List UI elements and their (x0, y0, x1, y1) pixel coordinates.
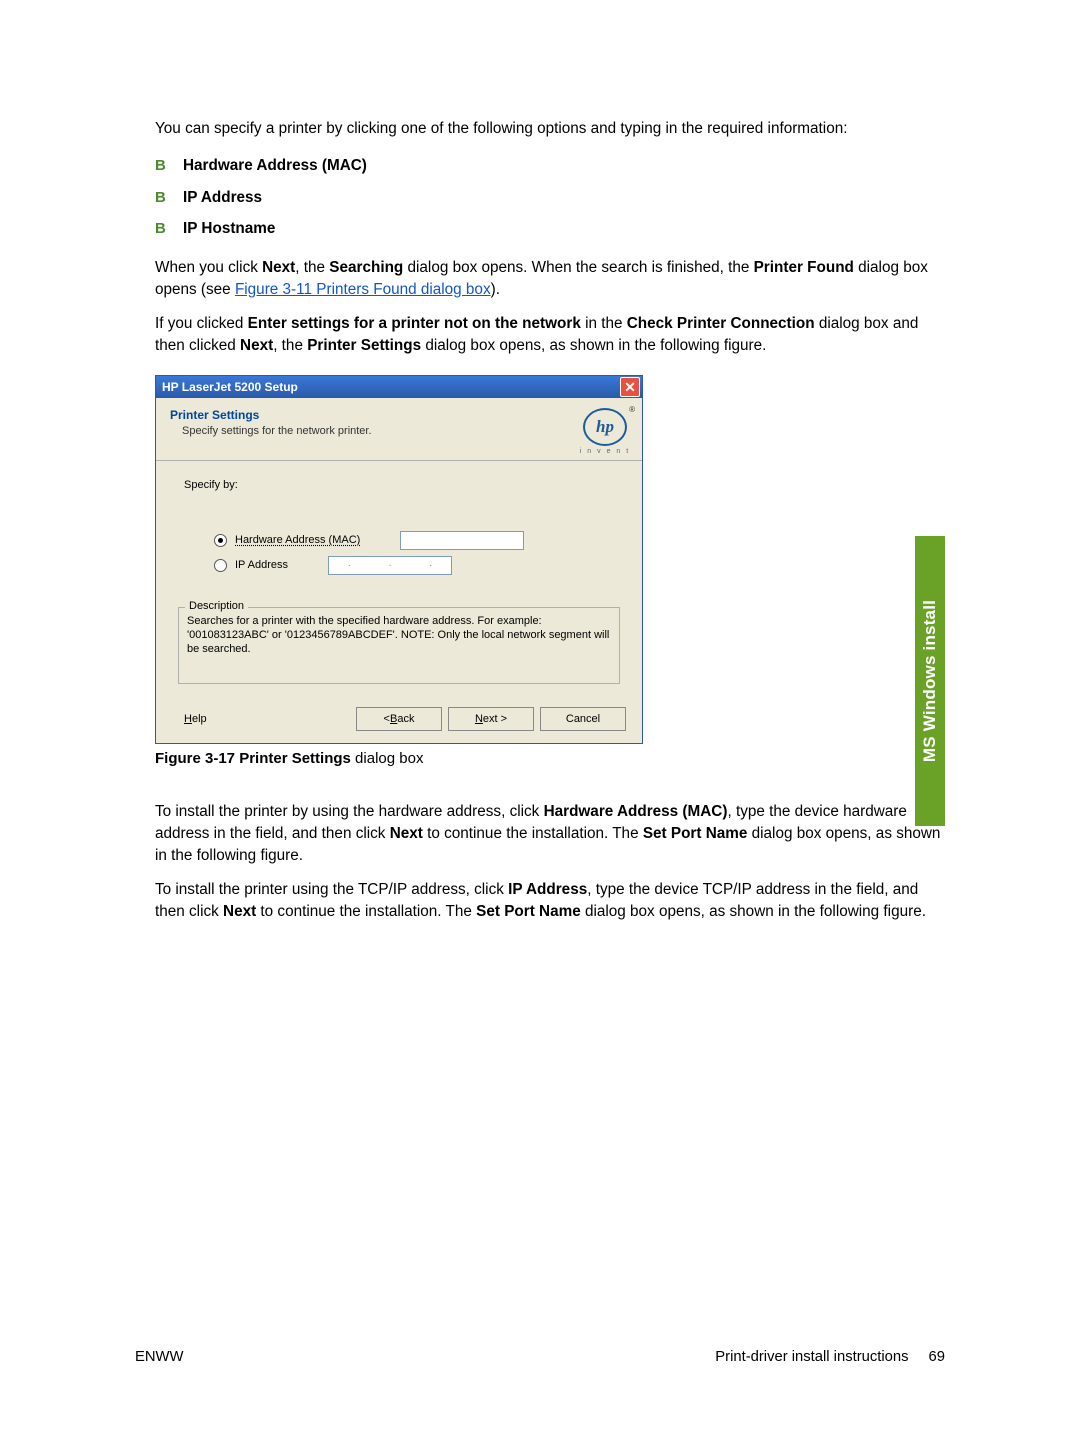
footer-right: Print-driver install instructions69 (715, 1349, 945, 1365)
printer-settings-dialog: HP LaserJet 5200 Setup ✕ Printer Setting… (155, 375, 643, 744)
options-list: Hardware Address (MAC) IP Address IP Hos… (155, 152, 945, 243)
radio-row-mac: Hardware Address (MAC) (184, 531, 620, 550)
dialog-header-subtitle: Specify settings for the network printer… (170, 425, 372, 437)
paragraph-install-mac: To install the printer by using the hard… (155, 801, 945, 867)
specify-by-label: Specify by: (184, 479, 620, 491)
radio-ip-label[interactable]: IP Address (235, 559, 288, 571)
dialog-header-title: Printer Settings (170, 408, 372, 422)
radio-row-ip: IP Address ··· (184, 556, 620, 575)
figure-caption: Figure 3-17 Printer Settings dialog box (155, 750, 945, 767)
hp-logo-tagline: i n v e n t (578, 448, 632, 455)
bullet-ip: IP Address (155, 184, 945, 212)
registered-icon: ® (629, 405, 635, 414)
bullet-mac: Hardware Address (MAC) (155, 152, 945, 180)
radio-mac[interactable] (214, 534, 227, 547)
dialog-title: HP LaserJet 5200 Setup (162, 380, 298, 394)
description-text: Searches for a printer with the specifie… (187, 614, 611, 657)
back-button[interactable]: < Back (356, 707, 442, 731)
hp-logo: ® hp i n v e n t (578, 408, 632, 452)
page-number: 69 (929, 1349, 945, 1365)
dialog-footer: Help < Back Next > Cancel (156, 697, 642, 743)
dialog-body: Specify by: Hardware Address (MAC) IP Ad… (156, 461, 642, 697)
description-fieldset: Description Searches for a printer with … (178, 607, 620, 684)
section-tab: MS Windows install (915, 536, 945, 826)
help-button[interactable]: Help (184, 713, 207, 725)
dialog-header: Printer Settings Specify settings for th… (156, 398, 642, 461)
next-button[interactable]: Next > (448, 707, 534, 731)
radio-ip[interactable] (214, 559, 227, 572)
footer-left: ENWW (135, 1349, 184, 1365)
close-icon[interactable]: ✕ (620, 377, 640, 397)
section-tab-label: MS Windows install (920, 600, 940, 762)
ip-input[interactable]: ··· (328, 556, 452, 575)
paragraph-next-search: When you click Next, the Searching dialo… (155, 257, 945, 301)
cancel-button[interactable]: Cancel (540, 707, 626, 731)
paragraph-enter-settings: If you clicked Enter settings for a prin… (155, 313, 945, 357)
description-legend: Description (185, 600, 248, 612)
bullet-hostname: IP Hostname (155, 215, 945, 243)
dialog-titlebar: HP LaserJet 5200 Setup ✕ (156, 376, 642, 398)
hp-logo-icon: hp (583, 408, 627, 446)
page-footer: ENWW Print-driver install instructions69 (135, 1349, 945, 1365)
xref-printers-found[interactable]: Figure 3-11 Printers Found dialog box (235, 281, 491, 298)
radio-mac-label[interactable]: Hardware Address (MAC) (235, 534, 360, 546)
mac-input[interactable] (400, 531, 524, 550)
paragraph-install-ip: To install the printer using the TCP/IP … (155, 879, 945, 923)
intro-text: You can specify a printer by clicking on… (155, 118, 945, 140)
